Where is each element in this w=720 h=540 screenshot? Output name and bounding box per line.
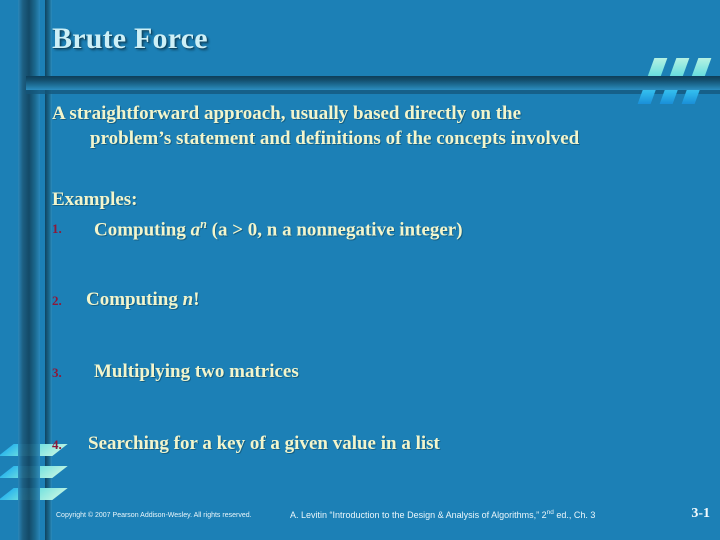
attribution-part-1: A. Levitin “Introduction to the Design &… — [290, 510, 547, 520]
examples-heading: Examples: — [52, 189, 138, 211]
example-number-2: 2. — [52, 293, 62, 309]
example-1-suffix: (a > 0, n a nonnegative integer) — [206, 219, 463, 241]
slide-canvas: Brute Force A straightforward approach, … — [0, 0, 720, 540]
example-text-1: Computing an (a > 0, n a nonnegative int… — [52, 217, 714, 241]
example-1-prefix: Computing — [94, 219, 191, 241]
example-number-1: 1. — [52, 221, 62, 237]
title-divider-bar — [26, 76, 720, 90]
example-2-suffix: ! — [193, 289, 200, 311]
slide-footer: Copyright © 2007 Pearson Addison-Wesley.… — [56, 506, 716, 526]
attribution-ordinal: nd — [546, 509, 554, 516]
intro-line-1: A straightforward approach, usually base… — [52, 103, 522, 124]
example-2-prefix: Computing — [86, 289, 183, 311]
page-title: Brute Force — [52, 22, 208, 55]
example-number-3: 3. — [52, 365, 62, 381]
example-1-exponent: n — [200, 217, 207, 232]
attribution-text: A. Levitin “Introduction to the Design &… — [290, 509, 595, 520]
example-1-base: a — [190, 219, 201, 241]
intro-paragraph: A straightforward approach, usually base… — [52, 102, 714, 151]
bottom-left-bar-overlay — [18, 420, 40, 540]
example-item-3: 3. Multiplying two matrices — [52, 361, 714, 391]
example-text-3: Multiplying two matrices — [94, 361, 299, 383]
divider-overlay — [640, 76, 720, 90]
example-item-1: 1. Computing an (a > 0, n a nonnegative … — [52, 217, 714, 247]
example-number-4: 4. — [52, 437, 62, 453]
example-text-4: Searching for a key of a given value in … — [88, 433, 440, 455]
title-divider-shadow — [26, 90, 720, 94]
example-text-2: Computing n! — [52, 289, 714, 311]
slide-body: A straightforward approach, usually base… — [52, 102, 714, 463]
example-2-variable: n — [182, 289, 194, 311]
example-item-2: 2. Computing n! — [52, 289, 714, 319]
attribution-part-2: ed., Ch. 3 — [553, 510, 596, 520]
copyright-text: Copyright © 2007 Pearson Addison-Wesley.… — [56, 512, 252, 519]
example-item-4: 4. Searching for a key of a given value … — [52, 433, 714, 463]
intro-line-2: problem’s statement and definitions of t… — [90, 127, 580, 149]
page-number: 3-1 — [691, 506, 710, 521]
